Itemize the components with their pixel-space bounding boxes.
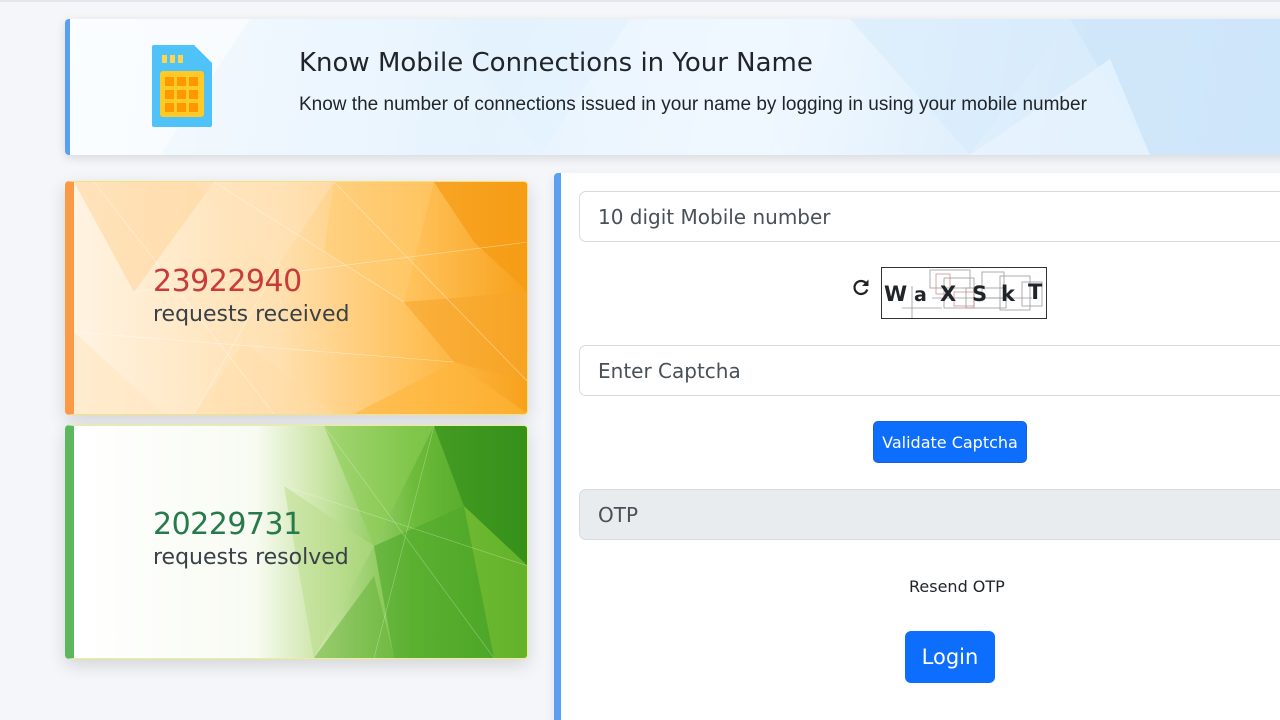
resend-otp-link[interactable]: Resend OTP (909, 577, 1005, 596)
captcha-char: S (972, 282, 988, 306)
requests-received-count: 23922940 (153, 264, 302, 299)
stat-card-received: 23922940 requests received (65, 181, 528, 415)
sim-card-icon (152, 45, 212, 127)
refresh-icon[interactable] (851, 277, 871, 297)
captcha-char: k (1001, 282, 1015, 306)
login-button[interactable]: Login (905, 631, 995, 683)
banner-title: Know Mobile Connections in Your Name (299, 48, 813, 78)
banner-subtitle: Know the number of connections issued in… (299, 94, 1087, 115)
captcha-char: X (940, 282, 957, 306)
stat-card-resolved: 20229731 requests resolved (65, 425, 528, 659)
stat-card-background (74, 426, 527, 658)
top-divider (0, 0, 1280, 2)
requests-resolved-count: 20229731 (153, 507, 302, 542)
requests-received-label: requests received (153, 302, 350, 327)
captcha-char: T (1028, 280, 1043, 304)
captcha-characters: W a X S k T (882, 268, 1046, 318)
captcha-char: W (884, 282, 908, 306)
captcha-image: W a X S k T (881, 267, 1047, 319)
otp-input[interactable] (579, 489, 1280, 540)
login-panel: W a X S k T Validate Captcha Resend OTP … (554, 173, 1280, 720)
info-banner: Know Mobile Connections in Your Name Kno… (65, 19, 1280, 155)
captcha-input[interactable] (579, 345, 1280, 396)
banner-background (70, 19, 1280, 155)
validate-captcha-button[interactable]: Validate Captcha (873, 421, 1027, 463)
requests-resolved-label: requests resolved (153, 545, 349, 570)
captcha-char: a (914, 284, 927, 306)
mobile-number-input[interactable] (579, 191, 1280, 242)
